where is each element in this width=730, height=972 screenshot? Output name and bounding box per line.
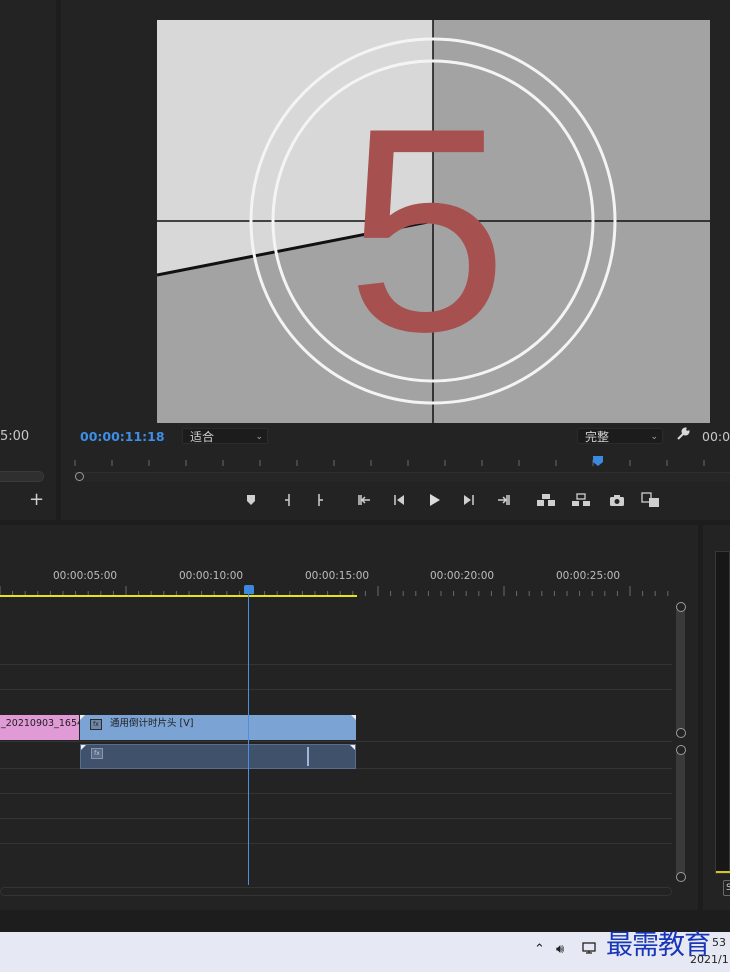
ruler-label: 00:00:20:00 [430,570,495,582]
audio-meter-level [716,871,730,873]
audio-tracks-scrollbar[interactable] [676,750,685,877]
mark-in-icon [285,494,290,506]
lift-icon [537,494,555,506]
zoom-level-select[interactable]: 适合 ⌄ [182,428,268,444]
audio-meter [715,551,730,874]
clip-label: 通用倒计时片头 [V] [110,718,194,729]
add-button[interactable]: + [29,490,44,510]
chevron-up-icon[interactable]: ⌃ [534,942,545,957]
comparison-view-button[interactable] [640,490,662,510]
go-to-in-icon [358,495,370,505]
play-icon [430,494,440,506]
speaker-icon[interactable]: 🔊︎ [556,942,564,957]
extract-icon [572,493,590,506]
ruler-label: 00:00:05:00 [53,570,118,582]
mark-in-button[interactable] [277,490,299,510]
track-divider [0,793,672,794]
scroll-handle[interactable] [676,872,686,882]
program-mini-ruler[interactable] [73,454,730,470]
scroll-handle[interactable] [676,602,686,612]
step-back-button[interactable] [388,490,410,510]
zoom-level-value: 适合 [190,430,215,444]
countdown-leader-clip[interactable]: fx 通用倒计时片头 [V] [80,715,356,740]
scroll-handle[interactable] [676,745,686,755]
track-divider [0,843,672,844]
go-to-out-icon [498,495,510,505]
mark-out-button[interactable] [309,490,331,510]
clip-marker [307,747,309,766]
video-tracks-scrollbar[interactable] [676,608,685,734]
clip-label: _20210903_16541 [1,718,79,729]
playback-resolution-value: 完整 [585,430,610,444]
export-frame-button[interactable] [606,490,628,510]
step-forward-button[interactable] [458,490,480,510]
fx-icon: fx [90,719,102,730]
zoom-scrollbar-handle[interactable] [75,472,84,481]
chevron-down-icon: ⌄ [255,432,263,442]
countdown-leader-frame: 5 [157,20,710,423]
clip-out-corner [351,715,356,720]
track-divider [0,818,672,819]
playhead-timecode[interactable]: 00:00:11:18 [80,429,165,444]
step-back-icon [394,495,404,505]
clip-in-corner [81,745,86,750]
source-scrollbar[interactable] [0,471,44,482]
add-marker-icon [247,495,255,505]
step-forward-icon [464,495,474,505]
duration-timecode: 00:00 [702,429,730,444]
chevron-down-icon: ⌄ [650,432,658,442]
source-timecode: 5:00 [0,429,30,444]
program-zoom-scrollbar[interactable] [74,472,730,482]
work-area-bar[interactable] [0,595,357,597]
play-button[interactable] [423,490,445,510]
playhead-handle[interactable] [244,585,254,594]
timeline-horizontal-scrollbar[interactable] [0,887,672,896]
track-divider [0,689,672,690]
playback-resolution-select[interactable]: 完整 ⌄ [577,428,663,444]
mini-playhead-handle [593,456,603,466]
ruler-label: 00:00:10:00 [179,570,244,582]
video-clip-pink[interactable]: _20210903_16541 [0,715,79,740]
go-to-in-button[interactable] [354,490,376,510]
camera-icon [610,495,624,506]
linked-clip[interactable]: fx [80,744,356,769]
mark-out-icon [318,494,323,506]
comparison-view-icon [641,492,659,507]
extract-button[interactable] [570,490,592,510]
countdown-number: 5 [346,68,507,392]
scroll-handle[interactable] [676,728,686,738]
settings-wrench-icon[interactable] [676,426,691,445]
playhead-line[interactable] [248,594,249,885]
clip-in-corner [80,715,85,720]
clock-date[interactable]: 2021/1 [690,953,729,966]
track-divider [0,664,672,665]
ruler-label: 00:00:25:00 [556,570,621,582]
ruler-label: 00:00:15:00 [305,570,370,582]
add-marker-button[interactable] [240,490,262,510]
network-icon[interactable] [582,942,596,958]
lift-button[interactable] [535,490,557,510]
fx-icon: fx [91,748,103,759]
solo-button[interactable]: S [723,880,730,896]
track-divider [0,741,672,742]
clip-out-corner [350,745,355,750]
clock-time[interactable]: 53 [712,936,726,949]
program-preview[interactable]: 5 [157,20,710,423]
go-to-out-button[interactable] [492,490,514,510]
